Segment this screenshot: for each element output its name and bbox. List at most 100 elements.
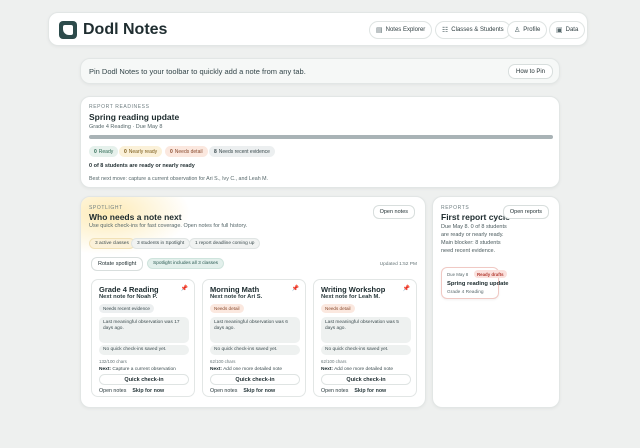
spotlight-note-card: Writing Workshop 📌 Next note for Leah M.… xyxy=(313,279,417,397)
top-header: Dodl Notes ▤ Notes Explorer ☷ Classes & … xyxy=(48,12,588,46)
note-card-chars: 132/100 chars xyxy=(99,359,127,364)
open-notes-link[interactable]: Open notes xyxy=(210,388,237,394)
app-name: Dodl Notes xyxy=(83,21,168,38)
pin-banner: Pin Dodl Notes to your toolbar to quickl… xyxy=(80,58,560,84)
next-text: Capture a current observation xyxy=(112,367,176,372)
dodl-logo-icon xyxy=(59,21,77,39)
pill-label: Ready xyxy=(98,148,114,155)
nav-profile-button[interactable]: ♙ Profile xyxy=(507,21,548,39)
note-card-badge: Needs recent evidence xyxy=(99,304,154,313)
note-card-next: Next: Add one more detailed note xyxy=(321,367,393,372)
skip-for-now-link[interactable]: Skip for now xyxy=(243,388,275,394)
spotlight-kicker: SPOTLIGHT xyxy=(89,205,123,211)
pill-label: Nearly ready xyxy=(128,148,158,155)
next-label: Next: xyxy=(321,367,333,372)
report-item[interactable]: Due May 8 Ready drafts Spring reading up… xyxy=(441,267,509,299)
spotlight-open-notes-button[interactable]: Open notes xyxy=(372,205,415,219)
next-text: Add one more detailed note xyxy=(223,367,283,372)
pill-count: 0 xyxy=(170,148,173,155)
how-to-pin-button[interactable]: How to Pin xyxy=(507,64,553,79)
pin-banner-text: Pin Dodl Notes to your toolbar to quickl… xyxy=(89,67,306,76)
note-card-next-for: Next note for Leah M. xyxy=(321,294,380,300)
note-card-badge: Needs detail xyxy=(321,304,355,313)
report-item-title: Spring reading update xyxy=(447,281,509,287)
chip-active-classes: 3 active classes xyxy=(89,238,135,249)
reports-card: REPORTS First report cycle Open reports … xyxy=(432,196,560,408)
reports-title: First report cycle xyxy=(441,212,510,222)
spotlight-card: SPOTLIGHT Who needs a note next Use quic… xyxy=(80,196,426,408)
pill-ready: 0 Ready xyxy=(89,146,119,157)
next-text: Add one more detailed note xyxy=(334,367,394,372)
note-card-quick: No quick check-ins saved yet. xyxy=(99,345,189,355)
report-date: Due May 8 xyxy=(447,272,469,277)
rotate-spotlight-button[interactable]: Rotate spotlight xyxy=(91,257,144,271)
nav-label: Profile xyxy=(523,27,541,33)
pill-needs-detail: 0 Needs detail xyxy=(165,146,208,157)
data-icon: ▣ xyxy=(556,27,563,34)
readiness-best-next: Best next move: capture a current observ… xyxy=(89,176,269,182)
note-card-next-for: Next note for Ari S. xyxy=(210,294,263,300)
open-notes-link[interactable]: Open notes xyxy=(321,388,348,394)
note-card-links: Open notes Skip for now xyxy=(210,388,275,394)
classes-icon: ☷ xyxy=(442,27,449,34)
note-card-next: Next: Capture a current observation xyxy=(99,367,176,372)
spotlight-note-card: Morning Math 📌 Next note for Ari S. Need… xyxy=(202,279,306,397)
nav-label: Data xyxy=(565,27,579,33)
open-reports-button[interactable]: Open reports xyxy=(502,205,549,219)
pill-count: 0 xyxy=(94,148,97,155)
nav-label: Notes Explorer xyxy=(385,27,426,33)
readiness-progress-bar xyxy=(89,135,553,139)
reports-text: Due May 8. 0 of 8 students are ready or … xyxy=(441,224,507,254)
note-card-quick: No quick check-ins saved yet. xyxy=(210,345,300,355)
note-card-observation: Last meaningful observation was 5 days a… xyxy=(321,317,411,343)
report-item-subtitle: Grade 4 Reading xyxy=(447,290,484,295)
quick-check-in-button[interactable]: Quick check-in xyxy=(321,374,411,385)
profile-icon: ♙ xyxy=(514,27,521,34)
note-card-observation: Last meaningful observation was 6 days a… xyxy=(210,317,300,343)
chip-report-deadline: 1 report deadline coming up xyxy=(189,238,261,249)
note-card-links: Open notes Skip for now xyxy=(99,388,164,394)
pill-needs-recent-evidence: 8 Needs recent evidence xyxy=(209,146,275,157)
pin-icon[interactable]: 📌 xyxy=(181,285,188,292)
spotlight-includes-chip: Spotlight includes all 3 classes xyxy=(147,258,225,269)
quick-check-in-button[interactable]: Quick check-in xyxy=(210,374,300,385)
nav-notes-explorer-button[interactable]: ▤ Notes Explorer xyxy=(369,21,433,39)
readiness-summary: 0 of 8 students are ready or nearly read… xyxy=(89,163,195,169)
pill-count: 8 xyxy=(214,148,217,155)
note-card-observation: Last meaningful observation was 17 days … xyxy=(99,317,189,343)
spotlight-updated-time: Updated 1:52 PM xyxy=(379,262,417,267)
open-notes-link[interactable]: Open notes xyxy=(99,388,126,394)
pin-icon[interactable]: 📌 xyxy=(292,285,299,292)
spotlight-note-card: Grade 4 Reading 📌 Next note for Noah P. … xyxy=(91,279,195,397)
next-label: Next: xyxy=(99,367,111,372)
quick-check-in-button[interactable]: Quick check-in xyxy=(99,374,189,385)
readiness-title: Spring reading update xyxy=(89,112,180,122)
reports-kicker: REPORTS xyxy=(441,205,470,211)
spotlight-subtitle: Use quick check-ins for fast coverage. O… xyxy=(89,223,248,229)
readiness-subtitle: Grade 4 Reading · Due May 8 xyxy=(89,124,163,130)
note-card-class: Morning Math xyxy=(210,285,260,294)
note-card-class: Writing Workshop xyxy=(321,285,386,294)
note-card-next: Next: Add one more detailed note xyxy=(210,367,282,372)
skip-for-now-link[interactable]: Skip for now xyxy=(132,388,164,394)
nav-label: Classes & Students xyxy=(451,27,504,33)
spotlight-title: Who needs a note next xyxy=(89,212,182,222)
note-card-quick: No quick check-ins saved yet. xyxy=(321,345,411,355)
notes-icon: ▤ xyxy=(376,27,383,34)
chip-students-in-spotlight: 3 students in Spotlight xyxy=(131,238,191,249)
note-card-class: Grade 4 Reading xyxy=(99,285,159,294)
nav-classes-students-button[interactable]: ☷ Classes & Students xyxy=(435,21,511,39)
pill-label: Needs recent evidence xyxy=(218,148,270,155)
note-card-badge: Needs detail xyxy=(210,304,244,313)
skip-for-now-link[interactable]: Skip for now xyxy=(354,388,386,394)
note-card-next-for: Next note for Noah P. xyxy=(99,294,158,300)
pill-label: Needs detail xyxy=(174,148,203,155)
readiness-kicker: REPORT READINESS xyxy=(89,104,150,110)
report-status-badge: Ready drafts xyxy=(474,270,507,278)
nav-data-button[interactable]: ▣ Data xyxy=(549,21,586,39)
pill-nearly-ready: 0 Nearly ready xyxy=(119,146,163,157)
note-card-chars: 62/100 chars xyxy=(210,359,236,364)
note-card-chars: 62/100 chars xyxy=(321,359,347,364)
next-label: Next: xyxy=(210,367,222,372)
pin-icon[interactable]: 📌 xyxy=(403,285,410,292)
